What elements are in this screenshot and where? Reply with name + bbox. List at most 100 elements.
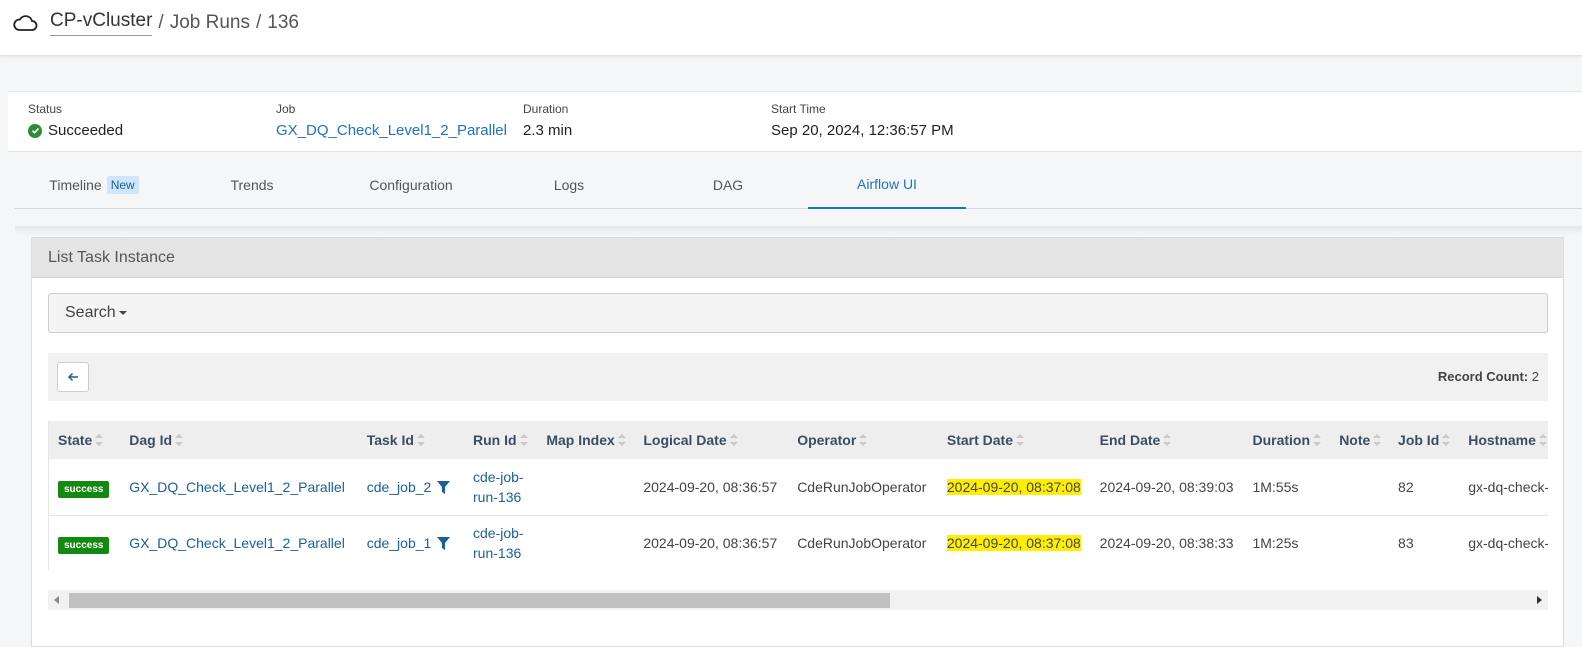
col-header-operator[interactable]: Operator (788, 421, 938, 459)
end-date-cell: 2024-09-20, 08:39:03 (1099, 478, 1234, 495)
sort-icon (1442, 434, 1451, 446)
status-value-row: Succeeded (28, 122, 123, 139)
map-index-cell (537, 459, 634, 515)
start-date-cell: 2024-09-20, 08:37:08 (938, 515, 1091, 571)
table-row: success GX_DQ_Check_Level1_2_Parallel cd… (49, 459, 1548, 515)
duration-value: 2.3 min (523, 122, 573, 139)
record-count-label: Record Count: (1437, 369, 1529, 384)
start-date-value: 2024-09-20, 08:37:08 (946, 478, 1081, 495)
start-time-field: Start Time Sep 20, 2024, 12:36:57 PM (771, 102, 954, 139)
breadcrumb-run-id: 136 (267, 12, 299, 33)
col-header-state[interactable]: State (49, 421, 120, 459)
task-table-container: State Dag Id Task Id Run Id Map Index Lo… (48, 421, 1548, 571)
scroll-right-icon[interactable] (1537, 596, 1542, 604)
tab-trends[interactable]: Trends (173, 160, 331, 209)
job-field: Job GX_DQ_Check_Level1_2_Parallel (276, 102, 507, 139)
filter-icon[interactable] (437, 537, 451, 550)
cloud-icon (13, 15, 38, 31)
search-label: Search (65, 304, 116, 321)
note-cell (1330, 515, 1389, 571)
table-header-row: State Dag Id Task Id Run Id Map Index Lo… (49, 421, 1548, 459)
col-header-hostname[interactable]: Hostname (1459, 421, 1548, 459)
col-header-note[interactable]: Note (1330, 421, 1389, 459)
task-instance-table: State Dag Id Task Id Run Id Map Index Lo… (49, 421, 1548, 571)
job-id-cell: 83 (1398, 535, 1414, 551)
col-header-logical-date[interactable]: Logical Date (634, 421, 788, 459)
new-badge: New (106, 175, 139, 194)
search-dropdown[interactable]: Search (48, 293, 1548, 333)
operator-cell: CdeRunJobOperator (797, 535, 927, 551)
end-date-cell: 2024-09-20, 08:38:33 (1099, 535, 1234, 551)
scrollbar-thumb[interactable] (69, 593, 890, 608)
task-instance-panel: List Task Instance Search Record Count: … (31, 237, 1564, 647)
col-header-start-date[interactable]: Start Date (938, 421, 1091, 459)
state-badge[interactable]: success (58, 537, 110, 554)
sort-icon (617, 434, 626, 446)
status-label: Status (28, 102, 63, 116)
dag-id-link[interactable]: GX_DQ_Check_Level1_2_Parallel (120, 515, 357, 571)
run-id-link[interactable]: cde-job-run-136 (473, 467, 531, 507)
job-label: Job (276, 102, 296, 116)
tab-timeline[interactable]: Timeline New (15, 160, 173, 209)
back-button[interactable] (57, 362, 89, 392)
top-header: CP-vCluster / Job Runs / 136 (0, 0, 1582, 56)
table-row: success GX_DQ_Check_Level1_2_Parallel cd… (49, 515, 1548, 571)
task-id-link[interactable]: cde_job_1 (367, 535, 432, 551)
col-header-job-id[interactable]: Job Id (1389, 421, 1459, 459)
duration-label: Duration (523, 102, 569, 116)
sort-icon (1373, 434, 1382, 446)
sort-icon (1163, 434, 1172, 446)
start-date-value: 2024-09-20, 08:37:08 (946, 535, 1081, 551)
run-id-link[interactable]: cde-job-run-136 (473, 523, 531, 563)
dag-id-link[interactable]: GX_DQ_Check_Level1_2_Parallel (120, 459, 357, 515)
col-header-dag-id[interactable]: Dag Id (120, 421, 357, 459)
run-summary: Status Succeeded Job GX_DQ_Check_Level1_… (8, 91, 1582, 152)
status-value: Succeeded (48, 122, 124, 139)
col-header-map-index[interactable]: Map Index (537, 421, 634, 459)
col-header-duration[interactable]: Duration (1243, 421, 1330, 459)
breadcrumb: CP-vCluster / Job Runs / 136 (12, 10, 299, 36)
tab-logs[interactable]: Logs (490, 160, 648, 209)
hostname-cell: gx-dq-check-level1-2 (1468, 478, 1548, 495)
map-index-cell (537, 515, 634, 571)
state-cell: success (49, 515, 120, 571)
sort-icon (519, 434, 528, 446)
sort-icon (859, 434, 868, 446)
sort-icon (1313, 434, 1322, 446)
logical-date-cell: 2024-09-20, 08:36:57 (643, 535, 778, 551)
tab-configuration[interactable]: Configuration (332, 160, 490, 209)
col-header-end-date[interactable]: End Date (1091, 421, 1244, 459)
arrow-left-icon (67, 372, 78, 382)
caret-down-icon (118, 311, 127, 315)
state-cell: success (49, 459, 120, 515)
tab-airflow-ui[interactable]: Airflow UI (808, 160, 966, 209)
scroll-left-icon[interactable] (54, 596, 59, 604)
breadcrumb-separator: / (158, 12, 164, 33)
run-id-cell: cde-job-run-136 (464, 515, 537, 571)
sort-icon (1016, 434, 1025, 446)
breadcrumb-separator: / (255, 12, 262, 33)
task-id-cell: cde_job_1 (358, 515, 464, 571)
panel-shadow (15, 226, 1582, 236)
sort-icon (729, 434, 738, 446)
breadcrumb-cluster[interactable]: CP-vCluster (50, 10, 153, 36)
start-time-value: Sep 20, 2024, 12:36:57 PM (771, 122, 954, 139)
task-id-link[interactable]: cde_job_2 (367, 479, 432, 495)
state-badge[interactable]: success (58, 480, 110, 498)
run-id-cell: cde-job-run-136 (464, 459, 537, 515)
panel-title: List Task Instance (32, 238, 1563, 278)
job-link[interactable]: GX_DQ_Check_Level1_2_Parallel (276, 122, 507, 139)
col-header-task-id[interactable]: Task Id (358, 421, 464, 459)
breadcrumb-job-runs[interactable]: Job Runs (170, 12, 250, 34)
tab-dag[interactable]: DAG (649, 160, 807, 209)
sort-icon (416, 434, 425, 446)
col-header-run-id[interactable]: Run Id (464, 421, 537, 459)
job-id-cell: 82 (1398, 478, 1414, 495)
check-circle-icon (28, 123, 42, 138)
filter-icon[interactable] (437, 480, 451, 494)
duration-cell: 1M:55s (1252, 478, 1299, 495)
hostname-cell: gx-dq-check-level1-2 (1468, 535, 1548, 551)
tab-timeline-label: Timeline (49, 176, 102, 193)
sort-icon (95, 434, 104, 446)
horizontal-scrollbar[interactable] (48, 590, 1548, 610)
